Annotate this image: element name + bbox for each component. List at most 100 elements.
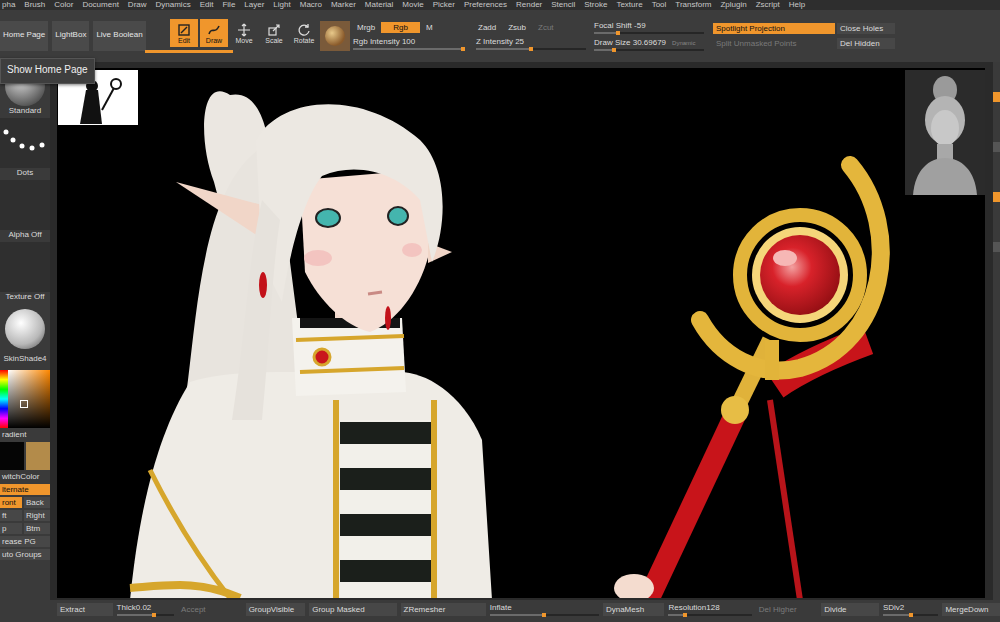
rgb-mode-button[interactable]: Mrgb	[353, 22, 379, 33]
tool-button[interactable]: Rotate	[290, 19, 318, 47]
z-mode-button[interactable]: Zadd	[476, 22, 504, 33]
tool-button[interactable]: Move	[230, 19, 258, 47]
right-shelf	[993, 62, 1000, 600]
z-mode-button[interactable]: Zsub	[506, 22, 534, 33]
color-swatch[interactable]	[0, 442, 24, 470]
shelf-button[interactable]: uto Groups	[0, 549, 50, 560]
alternate-button[interactable]: lternate	[0, 484, 50, 495]
tool-button[interactable]: Edit	[170, 19, 198, 47]
menu-item[interactable]: Color	[54, 0, 73, 10]
focal-shift-slider[interactable]: Focal Shift -59	[594, 21, 710, 34]
z-mode-button[interactable]: Zcut	[536, 22, 562, 33]
menu-item[interactable]: pha	[2, 0, 15, 10]
option-button[interactable]: Split Unmasked Points	[713, 38, 835, 49]
bottom-shelf: Extract Thick0.02Accept GroupVisibleGroup …	[0, 600, 1000, 622]
menu-item[interactable]: Dynamics	[156, 0, 191, 10]
menu-item[interactable]: Edit	[200, 0, 214, 10]
move-arrows-icon	[237, 23, 251, 37]
bottom-button[interactable]: DynaMesh	[603, 603, 665, 616]
menu-item[interactable]: Marker	[331, 0, 356, 10]
shelf-button[interactable]: Home Page	[0, 21, 48, 51]
color-swatch[interactable]	[26, 442, 50, 470]
actions-group: Close Holes Del Hidden	[837, 23, 895, 49]
menu-item[interactable]: Help	[789, 0, 805, 10]
menu-item[interactable]: Render	[516, 0, 542, 10]
dots-stroke-icon	[0, 118, 50, 168]
menu-item[interactable]: File	[222, 0, 235, 10]
shelf-button[interactable]: LightBox	[52, 21, 89, 51]
menu-item[interactable]: Document	[82, 0, 118, 10]
rgb-mode-button[interactable]: M	[422, 22, 437, 33]
draw-size-slider[interactable]: Draw Size 30.69679Dynamic	[594, 38, 710, 51]
rgb-intensity-slider[interactable]: Rgb Intensity 100	[353, 37, 473, 50]
tool-button[interactable]: Scale	[260, 19, 288, 47]
menu-item[interactable]: Stencil	[551, 0, 575, 10]
alpha-button[interactable]: Alpha Off	[0, 180, 50, 240]
menu-item[interactable]: Brush	[24, 0, 45, 10]
stroke-button[interactable]: Dots	[0, 118, 50, 178]
action-button[interactable]: Del Hidden	[837, 38, 895, 49]
material-button[interactable]: SkinShade4	[0, 304, 50, 364]
menu-item[interactable]: Tool	[652, 0, 667, 10]
bottom-button[interactable]: MergeDown	[942, 603, 1000, 616]
bottom-button[interactable]: Extract	[57, 603, 113, 616]
menu-item[interactable]: Texture	[616, 0, 642, 10]
menu-item[interactable]: Zplugin	[720, 0, 746, 10]
menu-item[interactable]: Layer	[244, 0, 264, 10]
dynamic-toggle[interactable]: Dynamic	[672, 40, 695, 46]
rgb-mode-button[interactable]: Rgb	[381, 22, 420, 33]
bottom-button[interactable]: ZRemesher	[401, 603, 486, 616]
menu-item[interactable]: Zscript	[756, 0, 780, 10]
option-button[interactable]: Spotlight Projection	[713, 23, 835, 34]
shelf-button[interactable]: rease PG	[0, 536, 50, 547]
bottom-slider[interactable]: Inflate	[490, 600, 599, 616]
options-group: Spotlight Projection Split Unmasked Point…	[713, 23, 835, 49]
document-canvas	[50, 62, 993, 600]
material-button[interactable]	[320, 21, 350, 51]
rotate-arrow-icon	[297, 23, 311, 37]
menu-item[interactable]: Stroke	[584, 0, 607, 10]
shelf-buttons: Home PageLightBoxLive Boolean	[0, 21, 170, 51]
color-picker[interactable]	[0, 370, 50, 428]
tool-button[interactable]: Draw	[200, 19, 228, 47]
action-button[interactable]: Close Holes	[837, 23, 895, 34]
bottom-button[interactable]: Del Higher	[756, 603, 818, 616]
z-intensity-slider[interactable]: Z Intensity 25	[476, 37, 594, 50]
bottom-slider[interactable]: SDiv2	[883, 600, 939, 616]
menu-item[interactable]: Transform	[675, 0, 711, 10]
view-button[interactable]: p	[0, 523, 22, 534]
material-sphere-icon	[5, 309, 45, 349]
viewport[interactable]	[57, 68, 985, 598]
view-button[interactable]: ft	[0, 510, 22, 521]
view-button[interactable]: Right	[24, 510, 50, 521]
bottom-button[interactable]: GroupVisible	[246, 603, 306, 616]
menu-item[interactable]: Macro	[300, 0, 322, 10]
menu-item[interactable]: Preferences	[464, 0, 507, 10]
bottom-button[interactable]: Group Masked	[309, 603, 396, 616]
menu-item[interactable]: Picker	[433, 0, 455, 10]
shelf-button[interactable]: Live Boolean	[93, 21, 145, 51]
menu-item[interactable]: Movie	[402, 0, 423, 10]
switch-color-button[interactable]: witchColor	[0, 472, 50, 482]
focal-group: Focal Shift -59 Draw Size 30.69679Dynamic	[594, 21, 710, 51]
view-button[interactable]: Btm	[24, 523, 50, 534]
menu-item[interactable]: Light	[273, 0, 290, 10]
top-shelf: Home PageLightBoxLive BooleanEditDrawMov…	[0, 10, 1000, 62]
zbrush-window: pha Brush Color Document Draw Dynamics Edit Fil…	[0, 0, 1000, 622]
menu-item[interactable]: Material	[365, 0, 393, 10]
scale-box-icon	[267, 23, 281, 37]
brush-stroke-icon	[207, 23, 221, 37]
color-swatches	[0, 442, 50, 470]
view-button[interactable]: Back	[24, 497, 50, 508]
menu-item[interactable]: Draw	[128, 0, 147, 10]
material-sphere-icon	[325, 26, 345, 46]
bottom-slider[interactable]: Resolution128	[668, 600, 751, 616]
view-button[interactable]: ront	[0, 497, 22, 508]
texture-button[interactable]: Texture Off	[0, 242, 50, 302]
bottom-slider[interactable]: Thick0.02	[117, 600, 175, 616]
bottom-button[interactable]: Accept	[178, 603, 242, 616]
bottom-button[interactable]: Divide	[821, 603, 879, 616]
bust-model-icon	[905, 70, 985, 195]
model-thumbnail[interactable]	[905, 70, 985, 195]
gradient-toggle[interactable]: radient	[0, 430, 50, 440]
